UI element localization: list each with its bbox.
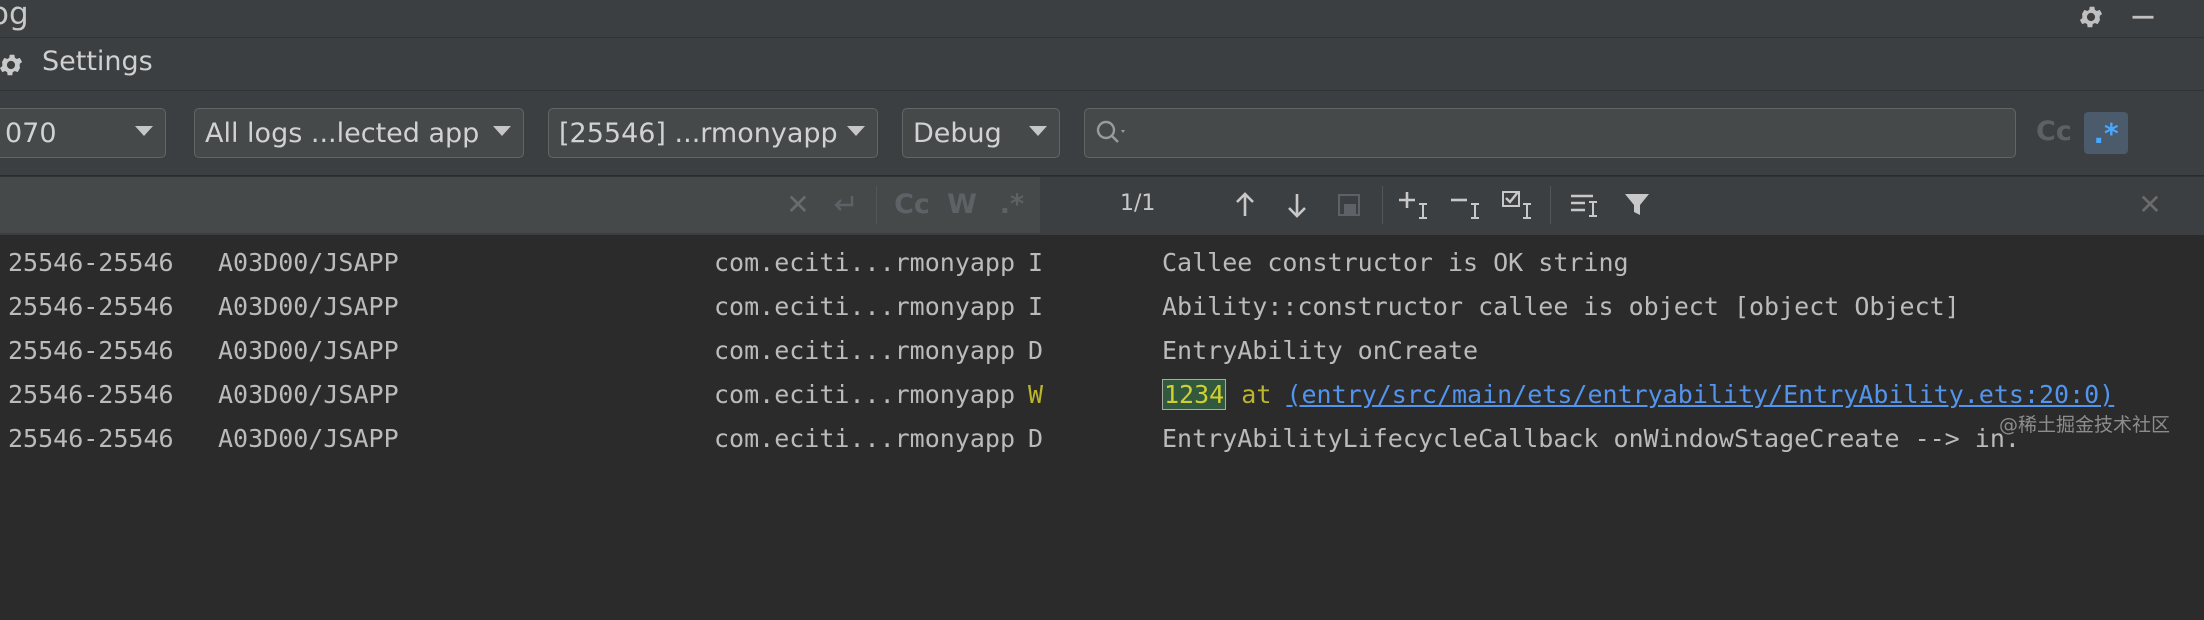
chevron-down-icon	[493, 126, 511, 136]
minimize-icon[interactable]	[2126, 0, 2160, 34]
log-level-dropdown[interactable]: Debug	[902, 108, 1060, 158]
chevron-down-icon	[847, 126, 865, 136]
add-selection-icon[interactable]	[1396, 186, 1434, 224]
log-tag: A03D00/JSAPP	[218, 292, 399, 321]
search-match-highlight: 1234	[1162, 379, 1227, 410]
log-output: 25546-25546 A03D00/JSAPP com.eciti...rmo…	[0, 235, 2204, 453]
filter-lines-icon[interactable]	[1568, 186, 1606, 224]
log-pid: 25546-25546	[8, 248, 174, 277]
toolbar-divider	[1550, 186, 1551, 224]
log-row: 25546-25546 A03D00/JSAPP com.eciti...rmo…	[0, 329, 2204, 373]
log-pid: 25546-25546	[8, 424, 174, 453]
log-tag: A03D00/JSAPP	[218, 424, 399, 453]
clear-search-icon[interactable]: ✕	[780, 186, 816, 222]
log-row: 25546-25546 A03D00/JSAPP com.eciti...rmo…	[0, 241, 2204, 285]
settings-button[interactable]: Settings	[42, 46, 153, 77]
device-dropdown-value: 070	[5, 117, 57, 149]
find-words-button[interactable]: W	[944, 184, 980, 224]
select-all-icon[interactable]	[1500, 186, 1538, 224]
log-level: W	[1028, 380, 1044, 409]
new-line-icon[interactable]	[824, 186, 862, 224]
regex-toggle-button[interactable]: .*	[2084, 112, 2128, 154]
window-title: og	[0, 0, 29, 32]
arrow-down-icon[interactable]	[1278, 186, 1316, 224]
log-row: 25546-25546 A03D00/JSAPP com.eciti...rmo…	[0, 373, 2204, 417]
device-dropdown[interactable]: 070	[0, 108, 166, 158]
log-search-input[interactable]	[1084, 108, 2016, 158]
find-regex-button[interactable]: .*	[994, 184, 1030, 224]
log-package: com.eciti...rmonyapp	[714, 248, 1016, 277]
find-in-log-input[interactable]	[0, 177, 1040, 233]
funnel-filter-icon[interactable]	[1618, 186, 1656, 224]
gear-icon[interactable]	[2074, 0, 2108, 34]
arrow-up-icon[interactable]	[1226, 186, 1264, 224]
process-dropdown-value: [25546] ...rmonyapp	[559, 117, 838, 149]
remove-selection-icon[interactable]	[1448, 186, 1486, 224]
toolbar-divider	[876, 186, 877, 224]
log-tag: A03D00/JSAPP	[218, 248, 399, 277]
find-match-case-button[interactable]: Cc	[892, 184, 932, 224]
watermark: @稀土掘金技术社区	[1998, 414, 2170, 436]
log-message: Callee constructor is OK string	[1162, 248, 1629, 277]
log-package: com.eciti...rmonyapp	[714, 380, 1016, 409]
source-link[interactable]: (entry/src/main/ets/entryability/EntryAb…	[1286, 380, 2114, 409]
log-level: I	[1028, 292, 1044, 321]
chevron-down-icon	[135, 126, 153, 136]
toolbar-divider	[1382, 186, 1383, 224]
match-count: 1/1	[1120, 191, 1156, 216]
log-package: com.eciti...rmonyapp	[714, 292, 1016, 321]
log-tag: A03D00/JSAPP	[218, 336, 399, 365]
log-row: 25546-25546 A03D00/JSAPP com.eciti...rmo…	[0, 285, 2204, 329]
settings-bar	[0, 38, 2204, 91]
settings-gear-icon[interactable]	[0, 48, 28, 82]
log-message: Ability::constructor callee is object [o…	[1162, 292, 1960, 321]
match-case-button[interactable]: Cc	[2036, 116, 2072, 147]
log-pid: 25546-25546	[8, 292, 174, 321]
log-level: D	[1028, 424, 1044, 453]
log-row: 25546-25546 A03D00/JSAPP com.eciti...rmo…	[0, 417, 2204, 461]
close-search-icon[interactable]: ✕	[2132, 186, 2168, 222]
title-bar	[0, 0, 2204, 38]
log-package: com.eciti...rmonyapp	[714, 424, 1016, 453]
log-pid: 25546-25546	[8, 336, 174, 365]
log-message-text: at	[1226, 380, 1287, 409]
log-scope-dropdown-value: All logs ...lected app	[205, 117, 480, 149]
log-tag: A03D00/JSAPP	[218, 380, 399, 409]
log-message: EntryAbility onCreate	[1162, 336, 1479, 365]
chevron-down-icon	[1029, 126, 1047, 136]
log-message: EntryAbilityLifecycleCallback onWindowSt…	[1162, 424, 2020, 453]
log-message: 1234 at (entry/src/main/ets/entryability…	[1162, 379, 2114, 410]
process-dropdown[interactable]: [25546] ...rmonyapp	[548, 108, 878, 158]
log-package: com.eciti...rmonyapp	[714, 336, 1016, 365]
log-level-dropdown-value: Debug	[913, 117, 1002, 149]
select-all-occurrences-icon[interactable]	[1330, 186, 1368, 224]
search-icon	[1094, 118, 1130, 148]
log-scope-dropdown[interactable]: All logs ...lected app	[194, 108, 524, 158]
log-level: D	[1028, 336, 1044, 365]
log-pid: 25546-25546	[8, 380, 174, 409]
log-level: I	[1028, 248, 1044, 277]
